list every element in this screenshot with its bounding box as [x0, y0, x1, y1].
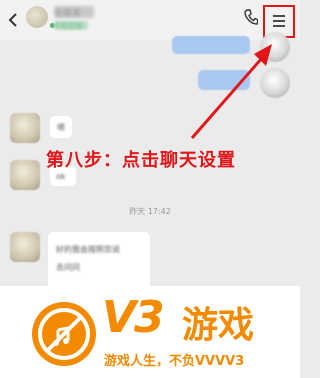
- contact-avatar[interactable]: [26, 6, 48, 28]
- received-message-bubble[interactable]: 好的我会按照您说 去问问: [48, 232, 150, 292]
- watermark-brand-suffix: 游戏: [182, 305, 255, 346]
- contact-status: 手机在线: [54, 21, 88, 30]
- step-instruction-label: 第八步：点击聊天设置: [46, 150, 236, 171]
- message-timestamp: 昨天 17:42: [129, 207, 171, 216]
- sent-message-bubble[interactable]: [172, 36, 250, 54]
- watermark-brand: V3: [102, 292, 165, 343]
- my-avatar[interactable]: [260, 32, 290, 62]
- my-avatar[interactable]: [260, 68, 290, 98]
- received-message-text: ok: [56, 172, 66, 181]
- received-message-text: 嗯: [57, 123, 65, 132]
- contact-avatar[interactable]: [10, 113, 40, 143]
- v3-logo-icon: [32, 302, 96, 366]
- contact-name: 张某某: [54, 6, 94, 19]
- received-message-text: 好的我会按照您说: [56, 245, 120, 254]
- received-message-bubble[interactable]: 嗯: [50, 116, 72, 138]
- sent-message-bubble[interactable]: [198, 70, 250, 90]
- back-icon[interactable]: [6, 12, 20, 28]
- hamburger-icon: [273, 15, 285, 27]
- phone-icon[interactable]: [244, 9, 258, 25]
- watermark-slogan: 游戏人生，不负VVVV3: [104, 354, 245, 369]
- chat-header: 张某某 手机在线: [0, 0, 300, 40]
- received-message-text: 去问问: [56, 263, 80, 272]
- contact-avatar[interactable]: [10, 232, 40, 262]
- contact-avatar[interactable]: [10, 160, 40, 190]
